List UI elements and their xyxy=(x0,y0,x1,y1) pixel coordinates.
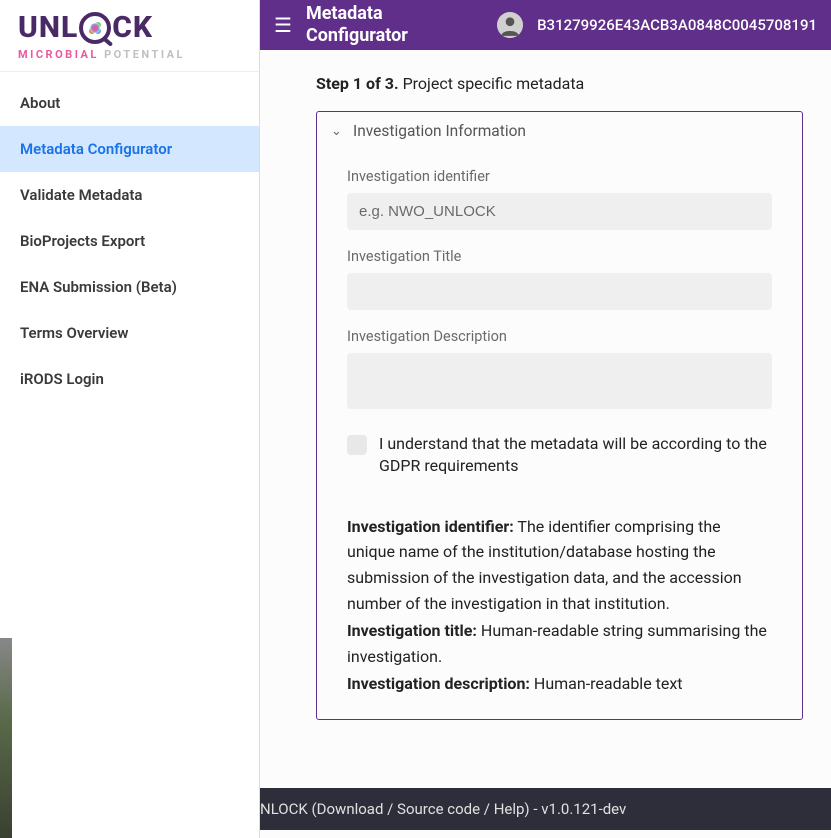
investigation-id-input[interactable] xyxy=(347,193,772,230)
logo-subtitle: MICROBIAL POTENTIAL xyxy=(18,48,241,61)
chevron-down-icon: ⌄ xyxy=(331,124,345,139)
gdpr-label: I understand that the metadata will be a… xyxy=(379,433,772,478)
footer-text: NLOCK (Download / Source code / Help) - … xyxy=(260,800,626,818)
sidebar-item-ena-submission[interactable]: ENA Submission (Beta) xyxy=(0,264,259,310)
panel-body: Investigation identifier Investigation T… xyxy=(317,150,802,719)
logo-main: UNLCK xyxy=(18,12,241,44)
sidebar-item-bioprojects-export[interactable]: BioProjects Export xyxy=(0,218,259,264)
gdpr-checkbox[interactable] xyxy=(347,435,367,455)
investigation-title-label: Investigation Title xyxy=(347,248,772,265)
help-text: Investigation identifier: The identifier… xyxy=(347,514,772,697)
sidebar-item-irods-login[interactable]: iRODS Login xyxy=(0,356,259,402)
investigation-title-input[interactable] xyxy=(347,273,772,310)
content: Step 1 of 3. Project specific metadata ⌄… xyxy=(260,50,831,838)
main: ☰ Metadata Configurator B31279926E43ACB3… xyxy=(260,0,831,838)
footer: NLOCK (Download / Source code / Help) - … xyxy=(260,788,831,830)
nav: About Metadata Configurator Validate Met… xyxy=(0,72,259,402)
hamburger-icon[interactable]: ☰ xyxy=(274,15,292,35)
page-title: Metadata Configurator xyxy=(306,3,483,46)
step-indicator: Step 1 of 3. Project specific metadata xyxy=(316,74,803,93)
sidebar-item-metadata-configurator[interactable]: Metadata Configurator xyxy=(0,126,259,172)
investigation-id-label: Investigation identifier xyxy=(347,168,772,185)
decorative-bg xyxy=(0,638,12,838)
avatar[interactable] xyxy=(497,12,523,38)
sidebar: UNLCK MICROBIAL POTENTIAL About Metadata… xyxy=(0,0,260,838)
investigation-panel: ⌄ Investigation Information Investigatio… xyxy=(316,111,803,720)
panel-title: Investigation Information xyxy=(353,122,526,140)
topbar: ☰ Metadata Configurator B31279926E43ACB3… xyxy=(260,0,831,50)
sidebar-item-validate-metadata[interactable]: Validate Metadata xyxy=(0,172,259,218)
sidebar-item-about[interactable]: About xyxy=(0,80,259,126)
investigation-desc-label: Investigation Description xyxy=(347,328,772,345)
user-id: B31279926E43ACB3A0848C0045708191 xyxy=(537,16,817,34)
logo: UNLCK MICROBIAL POTENTIAL xyxy=(0,0,259,72)
user-icon xyxy=(497,12,523,38)
investigation-desc-input[interactable] xyxy=(347,353,772,409)
panel-header[interactable]: ⌄ Investigation Information xyxy=(317,112,802,150)
sidebar-item-terms-overview[interactable]: Terms Overview xyxy=(0,310,259,356)
